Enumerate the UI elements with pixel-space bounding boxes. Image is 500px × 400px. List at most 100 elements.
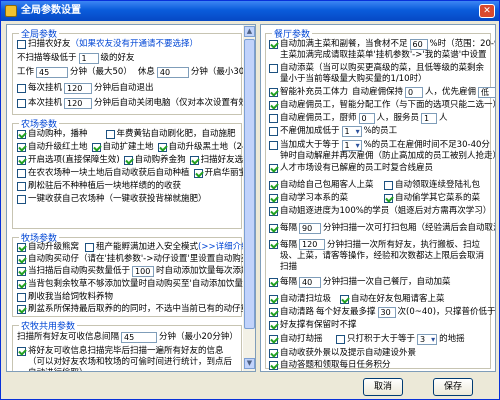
collect-friend-checkbox[interactable] [269, 194, 278, 203]
auto-dog-checkbox[interactable] [123, 156, 133, 165]
label: 自动收获外景以及提示自动建设外景 [280, 348, 417, 358]
label: 自动购买动仔（请在'挂机参数'->动仔设置'里设置自动购买动仔） [28, 254, 256, 264]
label: 级的好友 [100, 53, 135, 63]
feed-remain-checkbox[interactable] [17, 280, 26, 289]
auto-gold-land-checkbox[interactable] [157, 143, 167, 152]
annual-fertilize-checkbox[interactable] [105, 130, 115, 139]
scan-friends-row: 扫描农好友 （如果农友没有开通请不要选择） [17, 39, 198, 50]
feed-note-checkbox[interactable] [17, 267, 26, 276]
rank-checkbox[interactable] [17, 347, 26, 356]
label: 不扫描等级低于 [17, 53, 77, 63]
open-chest-checkbox[interactable] [193, 169, 203, 178]
r-row: 自动学习本系的菜 自动偷学其它菜系的菜 [269, 193, 480, 204]
food-pct-input[interactable]: 60 [409, 39, 428, 50]
r-row: 智能补充员工体力 自动雇佣保持 0 人，优先雇佣低 [269, 87, 495, 98]
auto-collect-all-checkbox[interactable] [269, 349, 278, 358]
r-row: 自动清扫垃圾 自动在好友包厢请客上菜 [269, 294, 445, 305]
staff-priority-dropdown[interactable]: 低 [478, 87, 495, 98]
label: 每隔 [280, 240, 298, 250]
r-row: 每隔 90 分钟扫描一次可打扫包厢（经验满后会自动取消） [269, 223, 495, 234]
label: 自动给自己包厢客人上菜 [280, 180, 374, 190]
label: 自动学习本系的菜 [280, 193, 349, 203]
auto-guest-checkbox[interactable] [384, 181, 393, 190]
scroll-down-icon[interactable]: ▼ [244, 358, 255, 369]
ranch-row: 刷盆系所保持最后取养的的同时，不选中当前已有的动仔重新取养 [17, 304, 255, 315]
scroll-up-icon[interactable]: ▲ [244, 26, 255, 37]
exit-each-input[interactable]: 120 [64, 83, 93, 94]
auto-guide-checkbox[interactable] [340, 295, 349, 304]
sweep2-checkbox[interactable] [269, 240, 278, 249]
sweep3-checkbox[interactable] [269, 278, 278, 287]
label: %时（范围：20-90） [429, 39, 495, 49]
walk-input[interactable]: 30 [377, 307, 396, 318]
r-row: 自动打劫摇 只打积于大于等于3的地摇 [269, 334, 465, 345]
auto-hire-checkbox[interactable] [269, 101, 278, 110]
exit-each-checkbox[interactable] [17, 84, 26, 93]
r-row: 自动雇佣员工，智能分配工作（与下面的选项只能二选一） [269, 100, 495, 111]
r-row: 自动雇佣员工，厨师 0 人，服务员 1 人 [269, 113, 448, 124]
waiter-input[interactable]: 1 [421, 113, 438, 124]
chef-input[interactable]: 0 [358, 113, 375, 124]
scan-friends-checkbox[interactable] [17, 40, 26, 49]
work-input[interactable]: 45 [36, 67, 69, 78]
label: 每个好友最多撑 [316, 307, 376, 317]
note: （如果农友没有开通请不要选择） [70, 39, 199, 49]
auto-add-food-checkbox[interactable] [269, 40, 278, 49]
rent-checkbox[interactable] [85, 243, 95, 252]
save-button[interactable]: 保存 [433, 378, 473, 396]
scan-interval-input[interactable]: 45 [121, 332, 158, 343]
auto-rob-checkbox[interactable] [269, 335, 278, 344]
auto-feed-checkbox[interactable] [17, 255, 26, 264]
fire-low-checkbox[interactable] [269, 141, 278, 150]
auto-hire2-checkbox[interactable] [269, 114, 278, 123]
farm-row: 在农农场种一块土地后自动收获后自动种植开启华丽宝箱功能 [17, 168, 255, 179]
label: 开启选项(直接保障生效) [28, 155, 120, 165]
sweep2-input[interactable]: 120 [299, 239, 326, 250]
scrollbar[interactable]: ▲ ▼ [243, 25, 255, 371]
collect-self-checkbox[interactable] [269, 181, 278, 190]
no-hire-dropdown[interactable]: 1 [341, 126, 362, 137]
auto-upgrade-dish-checkbox[interactable] [384, 194, 393, 203]
auto-black-land-checkbox[interactable] [91, 143, 101, 152]
rob-dropdown[interactable]: 3 [417, 334, 438, 345]
exit-once-checkbox[interactable] [17, 99, 26, 108]
label: 租产能孵满加进入安全模式 [96, 242, 199, 252]
staff-keep-input[interactable]: 0 [405, 87, 424, 98]
auto-red-land-checkbox[interactable] [17, 143, 26, 152]
lock-guard-checkbox[interactable] [17, 305, 26, 314]
auto-harvest-checkbox[interactable] [17, 130, 26, 139]
market-seed-checkbox[interactable] [17, 195, 26, 204]
scroll-thumb[interactable] [244, 39, 255, 329]
label: 工作 [17, 67, 35, 77]
farm-row: 一键收获自己农场种（一键收获投背梯就施肥） [17, 194, 207, 205]
sweep-checkbox[interactable] [269, 224, 278, 233]
open-tools-checkbox[interactable] [17, 156, 26, 165]
fire-dropdown[interactable]: 1 [341, 140, 362, 151]
auto-daily-checkbox[interactable] [269, 361, 278, 370]
keep-friend-checkbox[interactable] [269, 321, 278, 330]
ranch-row: 自动升级熊窝 租产能孵满加进入安全模式 (>>详细介绍) [17, 242, 253, 253]
land-note-checkbox[interactable] [17, 182, 26, 191]
no-hire-checkbox[interactable] [269, 127, 278, 136]
rotate-sell-checkbox[interactable] [17, 293, 26, 302]
label: 智能补充员工体力 [280, 87, 349, 97]
auto-clean-checkbox[interactable] [269, 295, 278, 304]
other-farm-checkbox[interactable] [17, 169, 26, 178]
sweep3-input[interactable]: 40 [299, 277, 322, 288]
cancel-button[interactable]: 取消 [363, 378, 403, 396]
rest-input[interactable]: 40 [156, 67, 189, 78]
only-rob-checkbox[interactable] [336, 335, 345, 344]
ranch-row: 自动购买动仔（请在'挂机参数'->动仔设置'里设置自动购买动仔） [17, 254, 256, 265]
auto-walk-checkbox[interactable] [269, 308, 278, 317]
exit-once-input[interactable]: 120 [64, 98, 93, 109]
auto-eat-checkbox[interactable] [269, 207, 278, 216]
close-icon[interactable]: ✕ [479, 4, 495, 18]
auto-manage-checkbox[interactable] [269, 164, 278, 173]
auto-staff-checkbox[interactable] [269, 88, 278, 97]
min-level-input[interactable]: 1 [78, 53, 99, 64]
auto-friend-land-checkbox[interactable] [189, 156, 199, 165]
feed-min-input[interactable]: 100 [132, 266, 155, 277]
auto-upgrade-checkbox[interactable] [17, 243, 26, 252]
sweep-input[interactable]: 90 [299, 223, 322, 234]
auto-cook-checkbox[interactable] [269, 64, 278, 73]
